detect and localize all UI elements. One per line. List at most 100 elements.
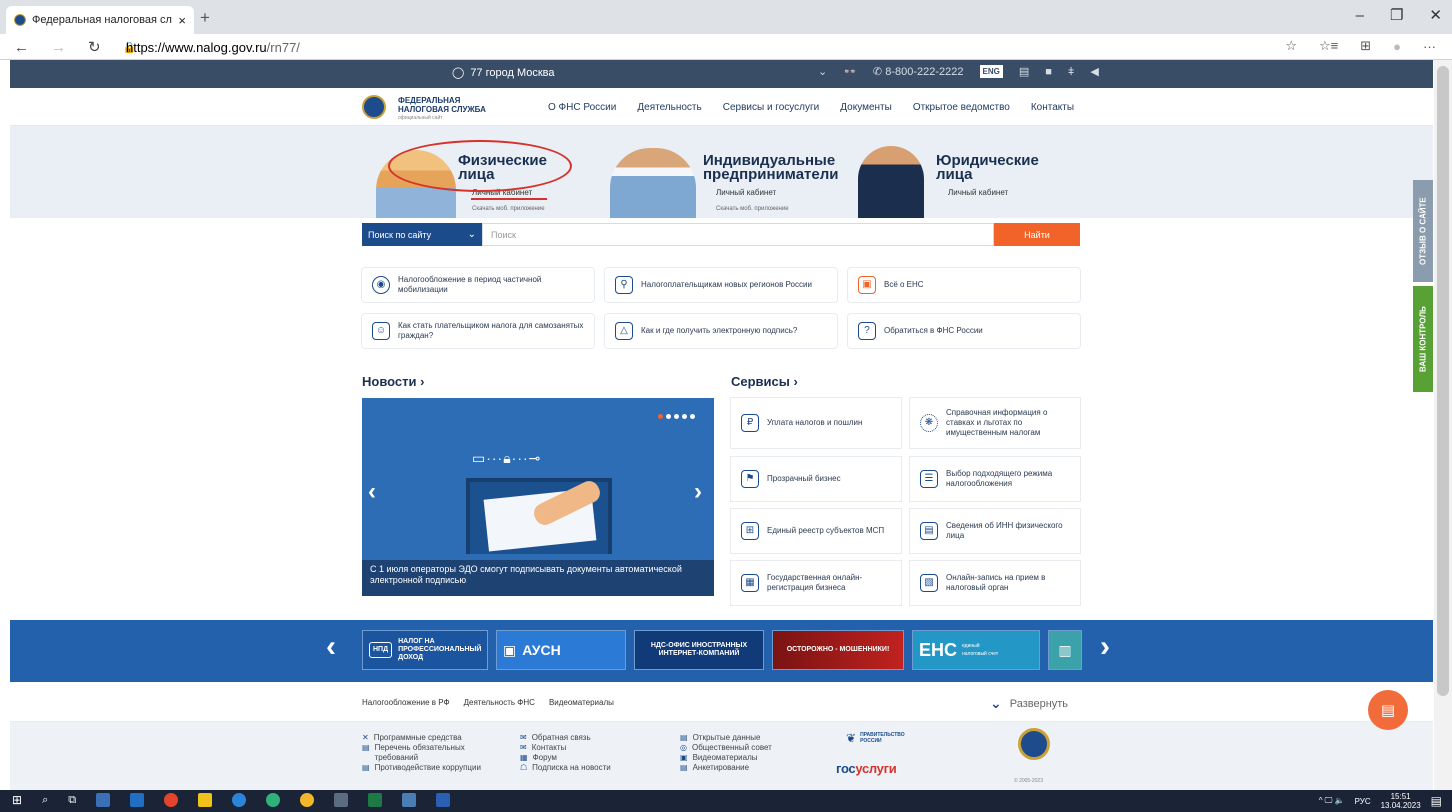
government-link[interactable]: ❦ ПРАВИТЕЛЬСТВО РОССИИ — [846, 732, 905, 744]
browser-tab[interactable]: Федеральная налоговая служб × — [6, 6, 194, 34]
eng-button[interactable]: ENG — [979, 65, 1003, 78]
ip-app-link[interactable]: Скачать моб. приложение — [716, 206, 789, 212]
clock[interactable]: 15:51 13.04.2023 — [1381, 792, 1421, 810]
fns-emblem-icon[interactable] — [362, 95, 386, 119]
gosuslugi-link[interactable]: госуслуги — [836, 761, 897, 776]
footer-link[interactable]: ☖ Подписка на новости — [520, 763, 660, 773]
service-property-rates[interactable]: ❋ Справочная информация о ставках и льго… — [910, 398, 1080, 448]
feedback-side-tab[interactable]: ОТЗЫВ О САЙТЕ — [1413, 180, 1433, 282]
search-input[interactable]: Поиск — [482, 223, 994, 246]
low-vision-icon[interactable]: 👓 — [843, 65, 857, 78]
nav-services[interactable]: Сервисы и госуслуги — [723, 102, 820, 113]
profile-avatar-icon[interactable]: ● — [1393, 39, 1401, 54]
minimize-icon[interactable]: – — [1356, 7, 1364, 24]
notifications-icon[interactable]: ▤ — [1431, 794, 1442, 808]
chrome-icon[interactable] — [164, 793, 179, 807]
search-button[interactable]: Найти — [994, 223, 1080, 246]
refresh-icon[interactable]: ↻ — [88, 38, 101, 56]
back-icon[interactable]: ← — [14, 39, 29, 56]
quick-card-mobilization[interactable]: ◉ Налогообложение в период частичной моб… — [362, 268, 594, 302]
url-field[interactable]: https://www.nalog.gov.ru/rn77/ — [126, 40, 300, 55]
chat-bubble-icon[interactable]: ▤ — [1019, 65, 1029, 78]
service-tax-regime[interactable]: ☰ Выбор подходящего режима налогообложен… — [910, 457, 1080, 501]
banner-ausn[interactable]: ▣ АУСН — [496, 630, 626, 670]
site-logo[interactable]: ФЕДЕРАЛЬНАЯ НАЛОГОВАЯ СЛУЖБА официальный… — [398, 96, 486, 123]
nav-activity[interactable]: Деятельность — [637, 102, 701, 113]
nav-about[interactable]: О ФНС России — [548, 102, 616, 113]
footer-tab-activity[interactable]: Деятельность ФНС — [464, 698, 535, 707]
more-menu-icon[interactable]: ··· — [1423, 39, 1436, 54]
maximize-icon[interactable]: ❐ — [1390, 6, 1403, 24]
footer-link[interactable]: ▦ Форум — [520, 753, 660, 763]
footer-link[interactable]: ✕ Программные средства — [362, 733, 502, 743]
region-dropdown-icon[interactable]: ⌄ — [818, 65, 827, 78]
favorite-star-icon[interactable]: ☆ — [1285, 38, 1297, 54]
internet-explorer-icon[interactable] — [232, 793, 247, 807]
footer-link[interactable]: ▤ Анкетирование — [680, 763, 820, 773]
footer-tab-video[interactable]: Видеоматериалы — [549, 698, 614, 707]
carousel-dot[interactable] — [682, 414, 687, 419]
windows-start-icon[interactable]: ⊞ — [12, 793, 22, 807]
new-tab-button[interactable]: + — [200, 8, 210, 28]
excel-icon[interactable] — [368, 793, 383, 807]
banner-next-arrow-icon[interactable]: › — [1100, 630, 1110, 664]
quick-card-ens[interactable]: ▣ Всё о ЕНС — [848, 268, 1080, 302]
search-scope-select[interactable]: Поиск по сайту ⌄ — [362, 223, 482, 246]
tray-icons[interactable]: ^ 🖵 🔈 — [1319, 796, 1345, 806]
banner-prev-arrow-icon[interactable]: ‹ — [326, 630, 336, 664]
control-side-tab[interactable]: ВАШ КОНТРОЛЬ — [1413, 286, 1433, 392]
nav-contacts[interactable]: Контакты — [1031, 102, 1074, 113]
footer-link[interactable]: ◎ Общественный совет — [680, 743, 820, 753]
news-carousel[interactable]: ▭···🔒︎···⊸ ‹ › С 1 июля операторы ЭДО см… — [362, 398, 714, 596]
news-heading[interactable]: Новости › — [362, 374, 424, 389]
yur-cabinet-link[interactable]: Личный кабинет — [948, 188, 1008, 197]
chat-button[interactable]: ▤ — [1368, 690, 1408, 730]
ip-cabinet-link[interactable]: Личный кабинет — [716, 188, 776, 197]
favorites-list-icon[interactable]: ☆≡ — [1319, 38, 1338, 54]
outlook-icon[interactable] — [130, 793, 145, 807]
banner-npd[interactable]: НПД НАЛОГ НА ПРОФЕССИОНАЛЬНЫЙ ДОХОД — [362, 630, 488, 670]
footer-link[interactable]: ✉ Обратная связь — [520, 733, 660, 743]
nav-open-agency[interactable]: Открытое ведомство — [913, 102, 1010, 113]
language-indicator[interactable]: РУС — [1355, 797, 1371, 806]
app-icon[interactable] — [334, 793, 349, 807]
footer-link[interactable]: ▤ Перечень обязательных требований — [362, 743, 502, 763]
news-prev-arrow-icon[interactable]: ‹ — [368, 478, 376, 506]
yandex-icon[interactable] — [300, 793, 315, 807]
service-inn-info[interactable]: ▤ Сведения об ИНН физического лица — [910, 509, 1080, 553]
service-appointment[interactable]: ▧ Онлайн-запись на прием в налоговый орг… — [910, 561, 1080, 605]
service-transparent-business[interactable]: ⚑ Прозрачный бизнес — [731, 457, 901, 501]
phone-number[interactable]: ✆ 8-800-222-2222 — [873, 65, 964, 78]
carousel-dot[interactable] — [666, 414, 671, 419]
footer-link[interactable]: ▤ Открытые данные — [680, 733, 820, 743]
footer-tab-taxation[interactable]: Налогообложение в РФ — [362, 698, 450, 707]
carousel-dot[interactable] — [674, 414, 679, 419]
forward-icon[interactable]: → — [51, 39, 66, 56]
word-icon[interactable] — [436, 793, 451, 807]
banner-ens[interactable]: ЕНС единый налоговый счет — [912, 630, 1040, 670]
nav-documents[interactable]: Документы — [840, 102, 892, 113]
tab-close-icon[interactable]: × — [178, 13, 186, 28]
carousel-dot[interactable] — [658, 414, 663, 419]
expand-button[interactable]: ⌄ Развернуть — [990, 695, 1068, 712]
quick-card-selfemployed[interactable]: ☺ Как стать плательщиком налога для само… — [362, 314, 594, 348]
banner-nds[interactable]: НДС-ОФИС ИНОСТРАННЫХ ИНТЕРНЕТ-КОМПАНИЙ — [634, 630, 764, 670]
footer-link[interactable]: ▤ Противодействие коррупции — [362, 763, 502, 773]
quick-card-signature[interactable]: △ Как и где получить электронную подпись… — [605, 314, 837, 348]
carousel-dot[interactable] — [690, 414, 695, 419]
banner-scam[interactable]: ОСТОРОЖНО - МОШЕННИКИ! — [772, 630, 904, 670]
quick-card-new-regions[interactable]: ⚲ Налогоплательщикам новых регионов Росс… — [605, 268, 837, 302]
app-icon[interactable] — [402, 793, 417, 807]
social-ok-icon[interactable]: ǂ — [1068, 66, 1074, 78]
app-1c-icon[interactable] — [96, 793, 111, 807]
service-pay-taxes[interactable]: ₽ Уплата налогов и пошлин — [731, 398, 901, 448]
file-explorer-icon[interactable] — [198, 793, 213, 807]
social-vk-icon[interactable]: ■ — [1045, 66, 1052, 78]
service-online-registration[interactable]: ▦ Государственная онлайн-регистрация биз… — [731, 561, 901, 605]
services-heading[interactable]: Сервисы › — [731, 374, 798, 389]
collections-icon[interactable]: ⊞ — [1360, 38, 1371, 54]
close-window-icon[interactable]: ✕ — [1429, 6, 1442, 24]
footer-link[interactable]: ✉ Контакты — [520, 743, 660, 753]
news-next-arrow-icon[interactable]: › — [694, 478, 702, 506]
edge-icon[interactable] — [266, 793, 281, 807]
